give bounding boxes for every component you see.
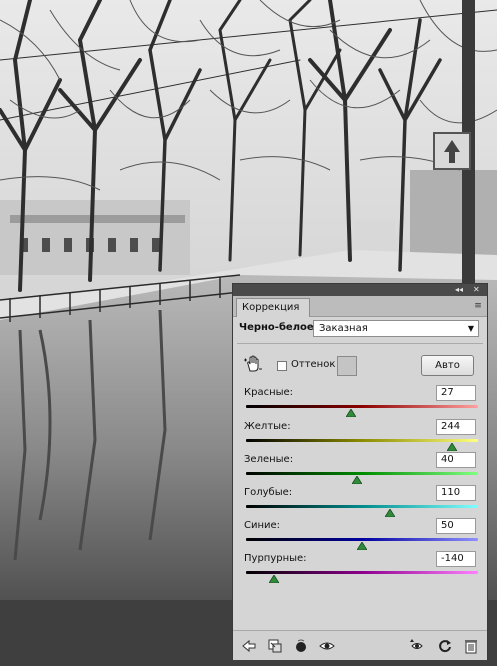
chevron-down-icon: ▼ [467,324,474,333]
slider-label: Пурпурные: [244,553,307,564]
clip-to-layer-icon[interactable] [267,638,283,654]
slider-thumb[interactable] [346,409,357,417]
slider-value-field[interactable]: 27 [436,385,476,401]
targeted-adjustment-hand-icon[interactable] [243,354,263,374]
collapse-icon[interactable]: ◂◂ [455,285,463,295]
panel-menu-icon[interactable]: ≡ [472,300,484,312]
trash-icon[interactable] [463,638,479,654]
divider [237,343,483,344]
slider-label: Голубые: [244,487,293,498]
panel-bottom-toolbar [233,630,487,660]
slider-label: Красные: [244,387,294,398]
adjustments-panel: ◂◂ ✕ Коррекция ≡ Черно-белое Заказная ▼ … [232,283,488,660]
close-icon[interactable]: ✕ [473,285,480,295]
slider-label: Желтые: [244,421,291,432]
slider-track[interactable] [246,538,478,541]
visibility-eye-icon[interactable] [293,638,309,654]
eye-icon[interactable] [319,638,335,654]
slider-thumb[interactable] [268,575,279,583]
slider-label: Зеленые: [244,454,294,465]
slider-thumb[interactable] [352,476,363,484]
slider-value-field[interactable]: 244 [436,419,476,435]
slider-thumb[interactable] [384,509,395,517]
slider-track[interactable] [246,505,478,508]
tab-adjustments[interactable]: Коррекция [236,298,311,317]
slider-value-field[interactable]: 40 [436,452,476,468]
panel-title-strip: ◂◂ ✕ [233,284,487,296]
slider-track[interactable] [246,439,478,442]
auto-button[interactable]: Авто [421,355,474,376]
slider-value-field[interactable]: 50 [436,518,476,534]
slider-track[interactable] [246,571,478,574]
preset-value: Заказная [319,323,368,334]
previous-state-icon[interactable] [409,638,425,654]
tint-label: Оттенок [291,359,336,370]
tint-color-swatch[interactable] [337,356,357,376]
preset-dropdown[interactable]: Заказная ▼ [313,320,479,337]
slider-thumb[interactable] [447,443,458,451]
back-arrow-icon[interactable] [241,638,257,654]
slider-thumb[interactable] [357,542,367,550]
slider-value-field[interactable]: 110 [436,485,476,501]
slider-value-field[interactable]: -140 [436,551,476,567]
tint-checkbox[interactable] [277,361,287,371]
slider-label: Синие: [244,520,281,531]
slider-track[interactable] [246,472,478,475]
adjustment-type-label: Черно-белое [239,322,314,333]
slider-track[interactable] [246,405,478,408]
reset-icon[interactable] [437,638,453,654]
panel-tab-bar: Коррекция ≡ [233,296,487,317]
